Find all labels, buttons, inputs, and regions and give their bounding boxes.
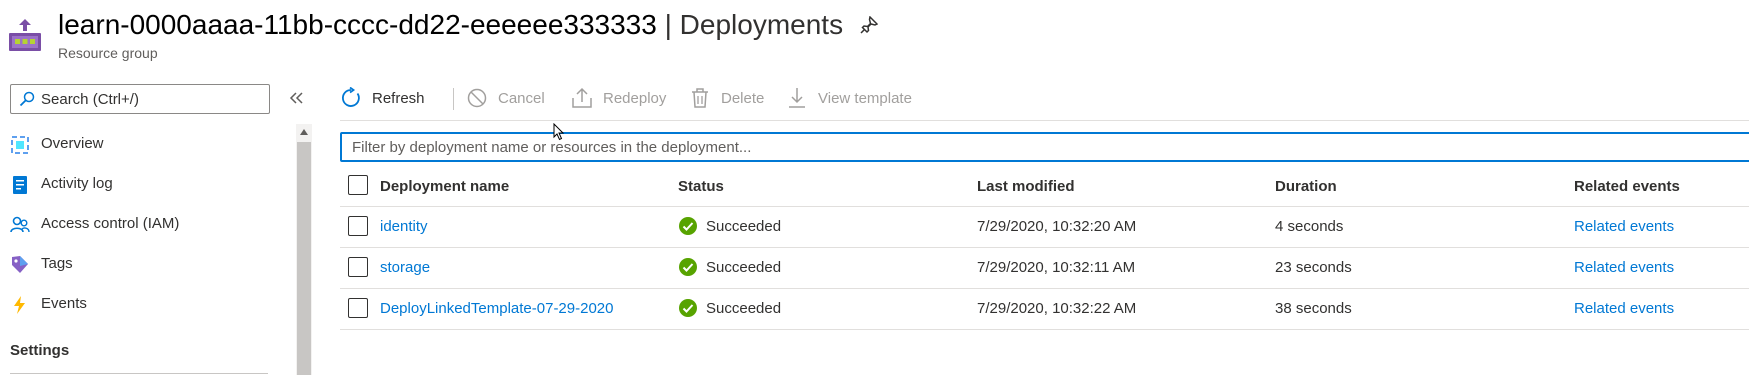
sidebar-search-input[interactable]: [41, 90, 261, 108]
sidebar-item-label: Access control (IAM): [41, 215, 180, 232]
status-text: Succeeded: [706, 217, 782, 235]
page-subtitle: Deployments: [679, 9, 844, 40]
overview-icon: [11, 136, 29, 154]
related-events-link[interactable]: Related events: [1574, 300, 1674, 317]
sidebar-item-label: Events: [41, 295, 87, 312]
table-header-row: Deployment name Status Last modified Dur…: [340, 166, 1749, 207]
last-modified-cell: 7/29/2020, 10:32:20 AM: [977, 218, 1137, 235]
search-icon: [19, 91, 35, 107]
table-row: DeployLinkedTemplate-07-29-2020 Succeede…: [340, 289, 1749, 330]
refresh-icon: [342, 87, 360, 107]
cancel-label: Cancel: [498, 89, 545, 107]
sidebar-search[interactable]: [10, 84, 270, 114]
tag-icon: [12, 256, 28, 273]
success-check-icon: [679, 258, 697, 276]
table-row: storage Succeeded 7/29/2020, 10:32:11 AM…: [340, 248, 1749, 289]
view-template-label: View template: [818, 89, 912, 107]
toolbar-separator: [453, 88, 454, 110]
deployment-name-link[interactable]: storage: [380, 259, 430, 276]
scrollbar-thumb[interactable]: [297, 142, 311, 375]
select-all-checkbox[interactable]: [348, 175, 368, 195]
trash-icon: [692, 88, 708, 108]
sidebar-nav: Overview Activity log Access control (IA…: [0, 124, 290, 324]
last-modified-cell: 7/29/2020, 10:32:11 AM: [977, 259, 1136, 276]
sidebar-item-tags[interactable]: Tags: [0, 244, 290, 284]
sidebar-item-overview[interactable]: Overview: [0, 124, 290, 164]
status-text: Succeeded: [706, 299, 782, 317]
column-header-status[interactable]: Status: [678, 178, 724, 195]
upload-icon: [572, 87, 592, 108]
duration-cell: 38 seconds: [1275, 300, 1352, 317]
access-control-icon: [10, 216, 30, 233]
status-cell: Succeeded: [678, 298, 781, 318]
duration-cell: 4 seconds: [1275, 218, 1344, 235]
lightning-icon: [14, 296, 25, 314]
success-check-icon: [679, 299, 697, 317]
view-template-button[interactable]: View template: [786, 80, 912, 116]
cancel-button[interactable]: Cancel: [466, 80, 545, 116]
delete-label: Delete: [721, 89, 765, 107]
sidebar-item-access-control[interactable]: Access control (IAM): [0, 204, 290, 244]
divider: [10, 373, 268, 374]
duration-cell: 23 seconds: [1275, 259, 1352, 276]
sidebar-item-label: Tags: [41, 255, 73, 272]
refresh-button[interactable]: Refresh: [340, 80, 425, 116]
resource-type: Resource group: [58, 45, 158, 61]
page-title: learn-0000aaaa-11bb-cccc-dd22-eeeeee3333…: [58, 9, 843, 40]
column-header-related-events[interactable]: Related events: [1574, 178, 1680, 195]
redeploy-label: Redeploy: [603, 89, 667, 107]
deployment-name-link[interactable]: DeployLinkedTemplate-07-29-2020: [380, 300, 613, 317]
sidebar-item-activity-log[interactable]: Activity log: [0, 164, 290, 204]
row-checkbox[interactable]: [348, 298, 368, 318]
sidebar-scrollbar[interactable]: [296, 124, 312, 375]
deployment-name-link[interactable]: identity: [380, 218, 428, 235]
related-events-link[interactable]: Related events: [1574, 259, 1674, 276]
sidebar: Overview Activity log Access control (IA…: [0, 70, 312, 375]
sidebar-item-events[interactable]: Events: [0, 284, 290, 324]
sidebar-item-label: Activity log: [41, 175, 113, 192]
success-check-icon: [679, 217, 697, 235]
row-checkbox[interactable]: [348, 216, 368, 236]
command-bar: Refresh Cancel Redeploy Delete View temp…: [340, 80, 1749, 121]
title-separator: |: [664, 9, 672, 40]
download-icon: [789, 88, 805, 108]
cancel-icon: [467, 88, 487, 108]
pin-icon[interactable]: [860, 16, 878, 36]
related-events-link[interactable]: Related events: [1574, 218, 1674, 235]
settings-section-label: Settings: [10, 342, 70, 359]
resource-name: learn-0000aaaa-11bb-cccc-dd22-eeeeee3333…: [58, 9, 657, 40]
status-text: Succeeded: [706, 258, 782, 276]
column-header-last-modified[interactable]: Last modified: [977, 178, 1075, 195]
mouse-pointer-icon: [553, 123, 565, 141]
deployments-table: Deployment name Status Last modified Dur…: [340, 166, 1749, 330]
table-row: identity Succeeded 7/29/2020, 10:32:20 A…: [340, 207, 1749, 248]
status-cell: Succeeded: [678, 257, 781, 277]
activity-log-icon: [13, 176, 27, 194]
resource-group-icon: [9, 19, 41, 51]
delete-button[interactable]: Delete: [689, 80, 764, 116]
deployment-filter[interactable]: [340, 132, 1749, 162]
collapse-sidebar-icon[interactable]: [288, 88, 306, 108]
sidebar-item-label: Overview: [41, 135, 104, 152]
column-header-name[interactable]: Deployment name: [380, 178, 509, 195]
redeploy-button[interactable]: Redeploy: [571, 80, 666, 116]
scroll-up-arrow-icon[interactable]: [296, 124, 312, 140]
deployment-filter-input[interactable]: [352, 138, 1732, 156]
last-modified-cell: 7/29/2020, 10:32:22 AM: [977, 300, 1137, 317]
refresh-label: Refresh: [372, 89, 425, 107]
row-checkbox[interactable]: [348, 257, 368, 277]
status-cell: Succeeded: [678, 216, 781, 236]
column-header-duration[interactable]: Duration: [1275, 178, 1337, 195]
page-header: learn-0000aaaa-11bb-cccc-dd22-eeeeee3333…: [0, 0, 1749, 70]
